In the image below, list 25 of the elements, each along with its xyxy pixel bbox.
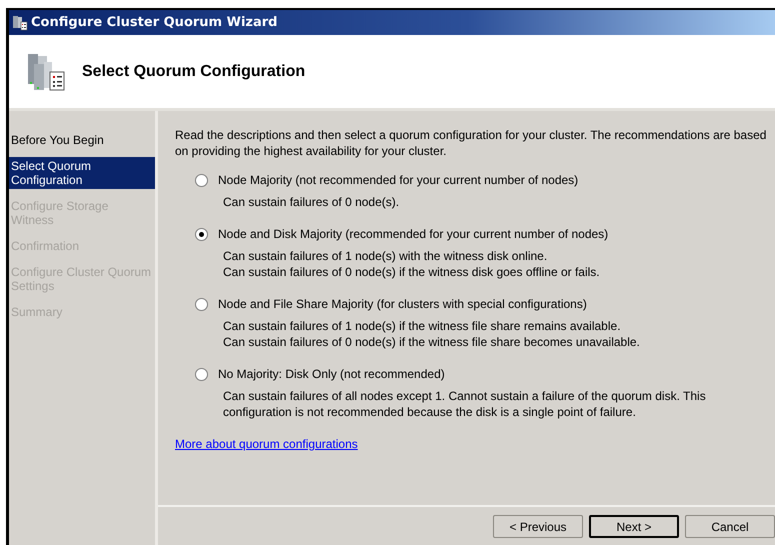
- sidebar-item[interactable]: Select Quorum Configuration: [9, 157, 155, 189]
- page-title: Select Quorum Configuration: [82, 62, 306, 80]
- option-label[interactable]: Node and File Share Majority (for clusters with special configurations): [218, 297, 587, 311]
- wizard-button[interactable]: Cancel: [685, 515, 775, 538]
- wizard-button[interactable]: < Previous: [493, 515, 583, 538]
- radio-button[interactable]: [195, 228, 208, 240]
- wizard-button[interactable]: Next >: [589, 515, 679, 538]
- option-description: Can sustain failures of 1 node(s) if the witness file share remains available.: [223, 318, 622, 334]
- option-description: Can sustain failures of 0 node(s).: [223, 194, 400, 210]
- window-title: Configure Cluster Quorum Wizard: [31, 15, 278, 30]
- option-description: Can sustain failures of 1 node(s) with the witness disk online.: [223, 248, 548, 264]
- radio-button[interactable]: [195, 174, 208, 186]
- servers-icon: [12, 14, 28, 30]
- option-label[interactable]: Node Majority (not recommended for your current number of nodes): [218, 173, 578, 187]
- radio-button[interactable]: [195, 298, 208, 310]
- option-description: Can sustain failures of 0 node(s) if the witness file share becomes unavailable.: [223, 334, 641, 350]
- sidebar-item[interactable]: Before You Begin: [9, 131, 155, 149]
- help-link[interactable]: More about quorum configurations: [175, 437, 358, 451]
- option-description: Can sustain failures of all nodes except 1. Cannot sustain a failure of the quorum disk. This configuration is not recommended because the disk is a single point of failure.: [223, 388, 707, 420]
- servers-icon: [26, 52, 66, 92]
- option-label[interactable]: No Majority: Disk Only (not recommended): [218, 367, 445, 381]
- option-description: Can sustain failures of 0 node(s) if the witness disk goes offline or fails.: [223, 264, 601, 280]
- radio-button[interactable]: [195, 368, 208, 380]
- option-label[interactable]: Node and Disk Majority (recommended for your current number of nodes): [218, 227, 608, 241]
- intro-text: Read the descriptions and then select a quorum configuration for your cluster. The recommendations are based on providing the highest availability for your cluster.: [175, 127, 767, 159]
